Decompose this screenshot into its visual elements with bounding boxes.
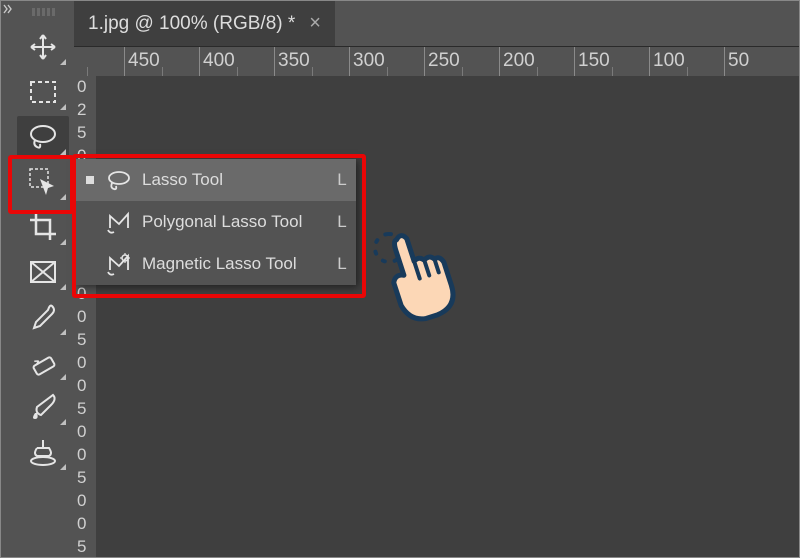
flyout-item-label: Magnetic Lasso Tool <box>142 254 328 274</box>
document-tab[interactable]: 1.jpg @ 100% (RGB/8) * × <box>74 1 335 46</box>
document-tab-title: 1.jpg @ 100% (RGB/8) * <box>88 13 295 35</box>
pointing-hand-icon <box>371 216 466 326</box>
flyout-item-magnetic-lasso-tool[interactable]: Magnetic Lasso ToolL <box>76 243 356 285</box>
flyout-item-shortcut: L <box>328 170 356 190</box>
eyedropper-tool[interactable] <box>17 296 69 338</box>
crop-tool[interactable] <box>17 206 69 248</box>
ruler-horizontal[interactable]: 45040035030025020015010050 <box>74 46 799 78</box>
healing-brush-tool[interactable] <box>17 341 69 383</box>
clone-stamp-tool[interactable] <box>17 431 69 473</box>
flyout-item-shortcut: L <box>328 254 356 274</box>
lasso-tool-flyout: Lasso ToolLPolygonal Lasso ToolLMagnetic… <box>76 159 356 285</box>
flyout-item-polygonal-lasso-tool[interactable]: Polygonal Lasso ToolL <box>76 201 356 243</box>
frame-tool[interactable] <box>17 251 69 293</box>
quick-select-tool[interactable] <box>17 161 69 203</box>
flyout-item-label: Polygonal Lasso Tool <box>142 212 328 232</box>
document-tab-strip: 1.jpg @ 100% (RGB/8) * × <box>74 1 799 46</box>
clone-stamp-icon <box>27 436 59 468</box>
flyout-item-shortcut: L <box>328 212 356 232</box>
panel-collapse-strip[interactable] <box>1 1 12 558</box>
close-icon[interactable]: × <box>309 12 321 35</box>
selected-indicator-icon <box>86 176 94 184</box>
move-icon <box>28 32 58 62</box>
lasso-tool[interactable] <box>17 116 69 158</box>
panel-grip[interactable] <box>12 1 74 23</box>
brush-tool[interactable] <box>17 386 69 428</box>
move-tool[interactable] <box>17 26 69 68</box>
tools-panel <box>12 1 74 558</box>
tool-icon <box>104 169 134 191</box>
marquee-icon <box>29 80 57 104</box>
eyedropper-icon <box>28 302 58 332</box>
tool-icon <box>104 252 134 276</box>
ruler-vertical[interactable]: 025005005005005005005 <box>74 76 97 557</box>
flyout-item-label: Lasso Tool <box>142 170 328 190</box>
tool-icon <box>104 210 134 234</box>
flyout-item-lasso-tool[interactable]: Lasso ToolL <box>76 159 356 201</box>
brush-icon <box>27 391 59 423</box>
frame-icon <box>28 259 58 285</box>
marquee-tool[interactable] <box>17 71 69 113</box>
photoshop-window: 1.jpg @ 100% (RGB/8) * × 450400350300250… <box>0 0 800 558</box>
lasso-icon <box>27 123 59 151</box>
quick-select-icon <box>28 167 58 197</box>
healing-brush-icon <box>28 347 58 377</box>
crop-icon <box>28 212 58 242</box>
